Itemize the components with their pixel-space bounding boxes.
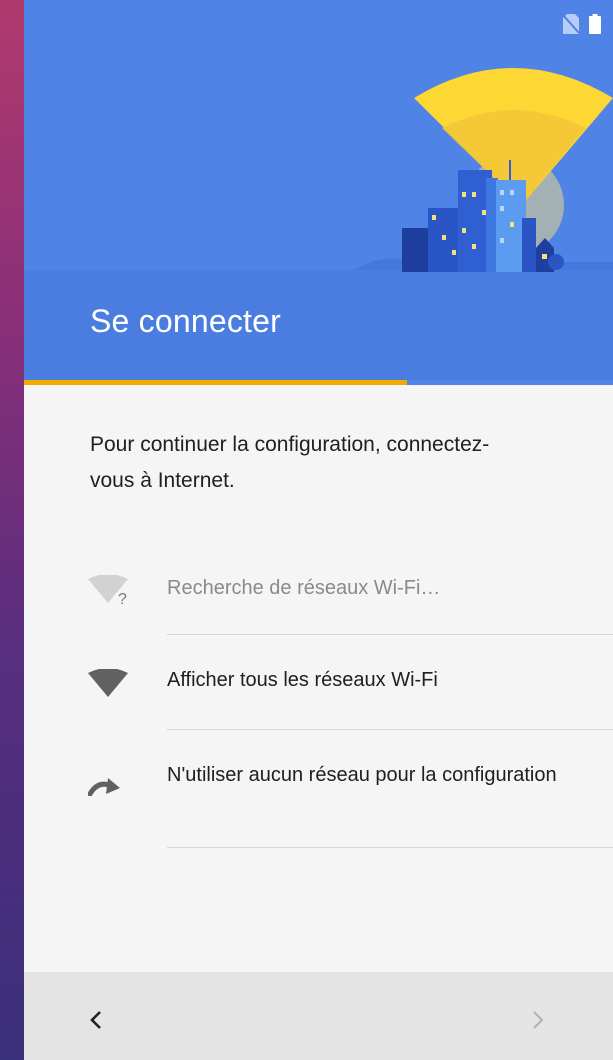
- option-label: N'utiliser aucun réseau pour la configur…: [167, 764, 557, 786]
- chevron-left-icon: [90, 1011, 101, 1029]
- divider: [167, 847, 613, 848]
- intro-text: Pour continuer la configuration, connect…: [90, 433, 490, 492]
- option-searching-wifi: ? Recherche de réseaux Wi-Fi…: [24, 553, 613, 635]
- option-label: Afficher tous les réseaux Wi-Fi: [167, 669, 438, 691]
- navigation-bar: [24, 972, 613, 1060]
- battery-icon: [589, 14, 601, 34]
- svg-text:?: ?: [118, 591, 127, 605]
- no-sim-icon: [563, 14, 579, 34]
- skip-arrow-icon: [88, 778, 120, 796]
- header-illustration: Se connecter: [24, 0, 613, 385]
- wifi-searching-icon: ?: [88, 575, 128, 605]
- next-button[interactable]: [518, 1000, 558, 1040]
- chevron-right-icon: [533, 1011, 544, 1029]
- option-label: Recherche de réseaux Wi-Fi…: [167, 577, 441, 599]
- status-bar: [563, 14, 601, 34]
- option-skip-network[interactable]: N'utiliser aucun réseau pour la configur…: [24, 730, 613, 847]
- setup-screen: Se connecter Pour continuer la configura…: [24, 0, 613, 1060]
- back-button[interactable]: [76, 1000, 116, 1040]
- page-title: Se connecter: [90, 303, 281, 339]
- option-show-all-wifi[interactable]: Afficher tous les réseaux Wi-Fi: [24, 635, 613, 729]
- wifi-icon: [88, 669, 128, 697]
- content-area: Pour continuer la configuration, connect…: [24, 385, 613, 980]
